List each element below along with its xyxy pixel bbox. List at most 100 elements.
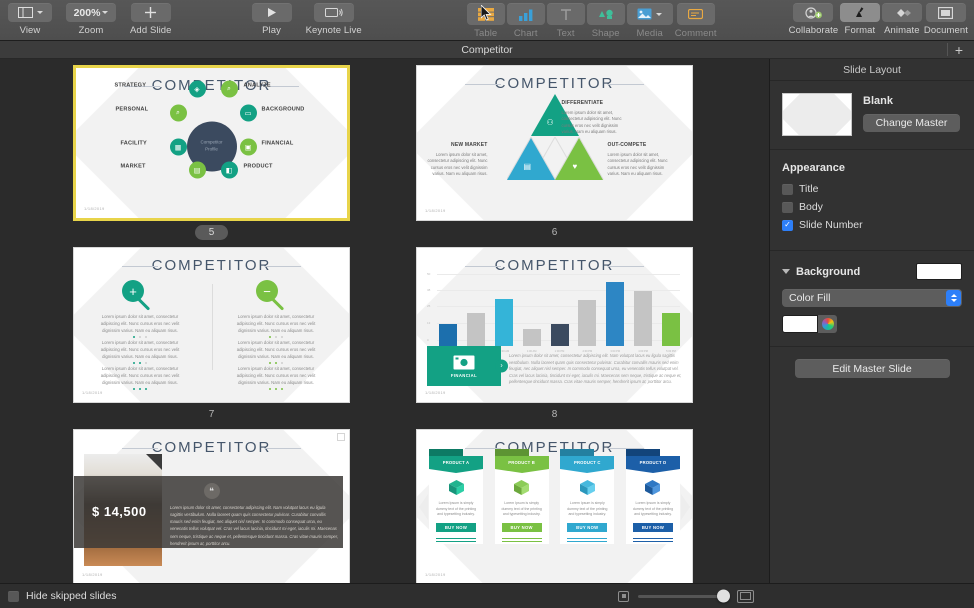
body-new-market: Lorem ipsum dolor sit amet, consectetur … [427, 151, 488, 177]
document-button[interactable]: Document [924, 0, 968, 36]
fill-type-select[interactable]: Color Fill [782, 289, 962, 307]
product-card-b[interactable]: PRODUCT B Lorem Ipsum is simply dummy te… [494, 449, 549, 544]
slide-date: 1/18/2019 [425, 572, 446, 577]
buy-now-button[interactable]: BUY NOW [632, 522, 673, 532]
table-grid-icon [466, 3, 505, 25]
hide-skipped-checkbox[interactable] [8, 590, 19, 602]
product-card-c[interactable]: PRODUCT C Lorem Ipsum is simply dummy te… [560, 449, 615, 544]
product-card-d[interactable]: PRODUCT D Lorem Ipsum is simply dummy te… [625, 449, 680, 544]
body-out-compete: Lorem ipsum dolor sit amet, consectetur … [607, 151, 668, 177]
dots-2 [96, 362, 184, 364]
card-label: PRODUCT B [508, 460, 535, 465]
slide-thumbnail-10[interactable]: COMPETITOR PRODUCT A Lorem Ipsum is simp… [416, 429, 693, 583]
shape-button[interactable]: Shape [586, 0, 625, 39]
slide-navigator[interactable]: COMPETITOR Competitor Profile ◈ STRATEGY… [0, 59, 770, 583]
thumbnail-size-slider[interactable] [638, 589, 730, 603]
card-text: Lorem Ipsum is simply dummy text of the … [567, 501, 608, 517]
slide-content: COMPETITOR PRODUCT A Lorem Ipsum is simp… [417, 430, 692, 583]
buy-now-button[interactable]: BUY NOW [436, 522, 476, 532]
node-label-analyze: ANALYZE [243, 82, 271, 89]
small-thumbnail-icon[interactable] [618, 590, 629, 602]
media-button[interactable]: Media [626, 0, 673, 39]
appearance-body-row[interactable]: Body [782, 201, 962, 213]
body-checkbox[interactable] [782, 201, 793, 213]
appearance-slide-number-row[interactable]: Slide Number [782, 219, 962, 231]
slide-canvas: COMPETITOR Competitor Profile ◈ STRATEGY… [73, 65, 350, 221]
people-icon: ⚇ [546, 118, 554, 127]
format-button[interactable]: Format [839, 0, 880, 36]
financial-body: Lorem ipsum dolor sit amet, consectetur … [509, 352, 682, 385]
box-icon [448, 479, 465, 496]
buy-now-button[interactable]: BUY NOW [567, 522, 608, 532]
buy-now-button[interactable]: BUY NOW [501, 522, 542, 532]
large-thumbnail-icon[interactable] [737, 589, 754, 603]
content-area: COMPETITOR Competitor Profile ◈ STRATEGY… [0, 59, 974, 583]
slide-number: 8 [551, 409, 558, 420]
document-label: Document [923, 25, 968, 36]
card-bars [632, 537, 673, 543]
slide-thumbnail-6[interactable]: COMPETITOR ⚇ ▤ ♥ DIFFERENTIATE Lorem ips… [416, 65, 693, 240]
play-button[interactable]: Play [251, 0, 292, 36]
thumbnail-size-control[interactable] [618, 589, 754, 603]
slider-handle[interactable] [717, 589, 730, 603]
stepper-arrows[interactable] [946, 290, 961, 306]
slide-number-checkbox[interactable] [782, 219, 793, 231]
keynote-live-label: Keynote Live [305, 25, 362, 36]
money-icon [453, 355, 475, 369]
background-disclosure[interactable]: Background [782, 266, 860, 278]
node-market: ▤ [188, 161, 206, 179]
slide-thumbnail-7[interactable]: COMPETITOR + Lorem ipsum dolor sit amet,… [73, 247, 350, 422]
dots-1 [96, 336, 184, 338]
title-checkbox[interactable] [782, 183, 793, 195]
hide-skipped-row[interactable]: Hide skipped slides [0, 590, 116, 602]
shape-label: Shape [591, 28, 620, 39]
color-wheel-icon [821, 318, 834, 330]
card-fold [494, 449, 529, 456]
text-button[interactable]: Text [546, 0, 585, 39]
change-master-button[interactable]: Change Master [863, 114, 960, 132]
view-label: View [19, 25, 41, 36]
slide-date: 1/18/2019 [425, 390, 446, 395]
edit-master-slide-button[interactable]: Edit Master Slide [794, 359, 950, 378]
bar-2 [466, 313, 485, 346]
node-label-product: PRODUCT [243, 163, 273, 170]
table-button[interactable]: Table [466, 0, 505, 39]
slide-thumbnail-9[interactable]: COMPETITOR $ 14,500 ❝ Lorem ipsum dolor … [73, 429, 350, 583]
edit-master-section: Edit Master Slide [770, 347, 974, 378]
financial-card: FINANCIAL › [427, 346, 508, 386]
chart-button[interactable]: Chart [506, 0, 545, 39]
view-button[interactable]: View [8, 0, 52, 36]
slide-thumbnail-8[interactable]: COMPETITOR 50 38 25 13 0 11:00 AM 1:00 A… [416, 247, 693, 422]
shape-icon [586, 3, 625, 25]
master-section: Blank Change Master [770, 81, 974, 150]
collaborate-button[interactable]: Collaborate [789, 0, 839, 36]
text-label: Text [556, 28, 575, 39]
add-tab-button[interactable]: + [950, 42, 968, 58]
slide-number-badge: 8 [416, 407, 693, 422]
slide-number: 6 [551, 227, 558, 238]
chart-label: Chart [513, 28, 538, 39]
color-wheel-button[interactable] [818, 315, 837, 333]
heart-icon: ♥ [572, 162, 578, 171]
slide-thumbnail-5[interactable]: COMPETITOR Competitor Profile ◈ STRATEGY… [73, 65, 350, 240]
slide-date: 1/18/2019 [84, 206, 105, 211]
label-differentiate: DIFFERENTIATE [561, 100, 604, 106]
add-slide-button[interactable]: Add Slide [130, 0, 172, 36]
card-ribbon: PRODUCT C [560, 456, 615, 473]
animate-button[interactable]: Animate [881, 0, 922, 36]
appearance-title-row[interactable]: Title [782, 183, 962, 195]
background-preview-swatch[interactable] [916, 263, 962, 280]
zoom-button[interactable]: 200% Zoom [66, 0, 116, 36]
card-text: Lorem Ipsum is simply dummy text of the … [435, 501, 477, 517]
keynote-live-button[interactable]: Keynote Live [306, 0, 362, 36]
pros-paragraph-2: Lorem ipsum dolor sit amet, consectetur … [100, 340, 180, 359]
cons-paragraph-1: Lorem ipsum dolor sit amet, consectetur … [236, 314, 316, 333]
comment-button[interactable]: Comment [675, 0, 717, 39]
fill-color-swatch[interactable] [782, 315, 818, 333]
slide-title: COMPETITOR [417, 257, 692, 274]
media-photo-icon [626, 3, 673, 25]
toolbar-right-group: Format Animate Document [839, 0, 968, 41]
card-text: Lorem Ipsum is simply dummy text of the … [501, 501, 542, 517]
master-thumbnail[interactable] [782, 93, 852, 136]
product-card-a[interactable]: PRODUCT A Lorem Ipsum is simply dummy te… [429, 449, 483, 544]
